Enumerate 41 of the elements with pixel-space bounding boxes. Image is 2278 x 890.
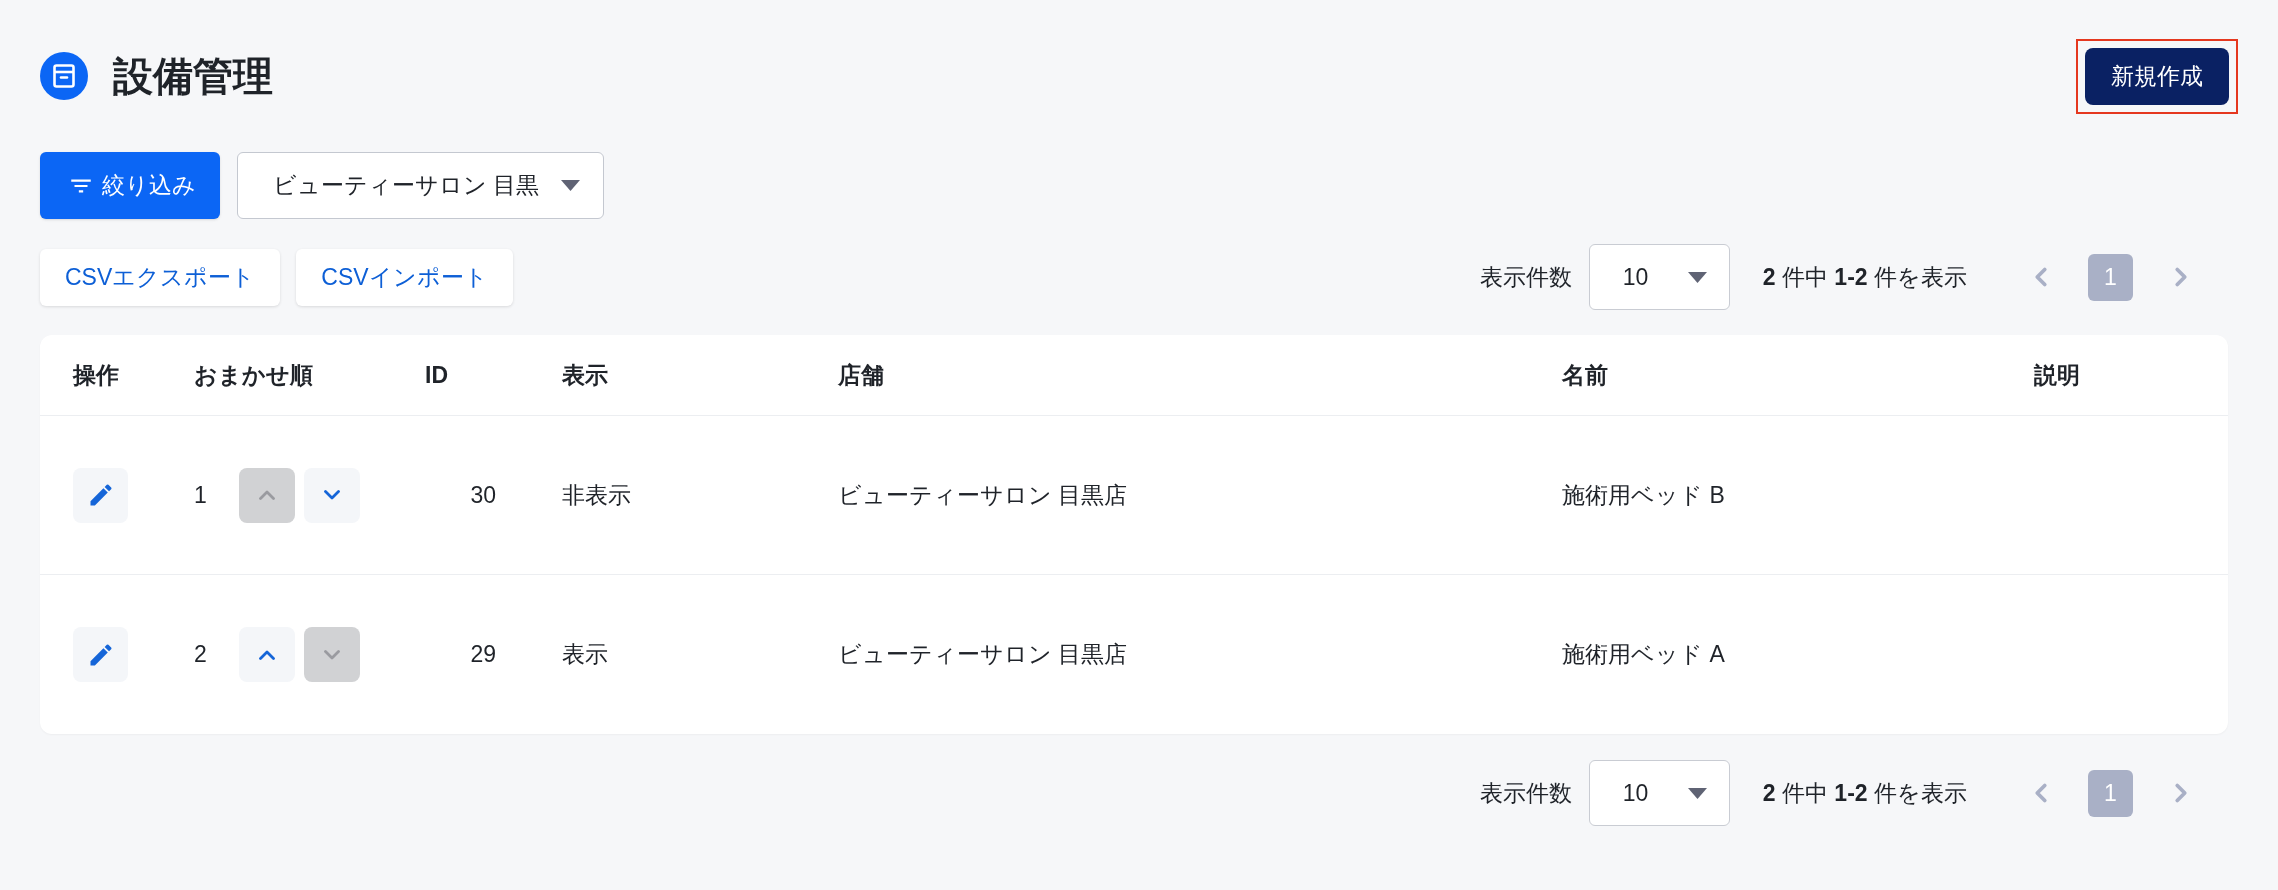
move-up-button[interactable] (239, 627, 295, 682)
chevron-up-icon (259, 490, 275, 500)
chevron-down-icon (324, 490, 340, 500)
table-cell: 表示 (562, 641, 608, 668)
result-summary: 2 件中 1-2 件を表示 (1762, 778, 1967, 808)
column-header: 名前 (1562, 361, 1608, 388)
per-page-label: 表示件数 (1479, 778, 1572, 808)
archive-icon (40, 52, 88, 100)
table-cell-text: 30 (470, 480, 496, 510)
chevron-down-icon (324, 649, 340, 660)
csv-button[interactable]: CSVエクスポート (40, 248, 281, 306)
column-header: 店舗 (838, 361, 884, 388)
table-cell: ビューティーサロン 目黒店 (838, 641, 1128, 668)
table-cell: 施術用ベッド B (1562, 481, 1725, 508)
table-cell-text: 29 (470, 640, 496, 670)
result-summary: 2 件中 1-2 件を表示 (1762, 262, 1967, 292)
caret-icon (561, 180, 580, 191)
move-down-button[interactable] (304, 467, 360, 523)
table-cell-text: 2 (194, 640, 208, 670)
store-select[interactable]: ビューティーサロン 目黒 (237, 152, 604, 219)
table-cell: 非表示 (562, 481, 631, 508)
page-title: 設備管理 (113, 53, 273, 100)
table-cell-text: 1 (194, 480, 208, 510)
per-page-label: 表示件数 (1479, 262, 1572, 292)
column-header: 操作 (73, 361, 119, 388)
table-cell: ビューティーサロン 目黒店 (838, 481, 1128, 508)
caret-icon (1687, 271, 1707, 283)
csv-button[interactable]: CSVインポート (296, 248, 513, 306)
per-page-select[interactable]: 10 (1588, 760, 1730, 826)
caret-icon (1687, 787, 1707, 799)
edit-button[interactable] (73, 627, 128, 682)
filter-button[interactable]: 絞り込み (40, 152, 220, 219)
table-cell: 施術用ベッド A (1562, 641, 1725, 668)
column-header: ID (425, 361, 448, 388)
edit-button[interactable] (73, 467, 128, 523)
new-button[interactable]: 新規作成 (2085, 47, 2229, 105)
chevron-up-icon (259, 649, 275, 660)
per-page-select[interactable]: 10 (1588, 244, 1730, 310)
column-header: 表示 (562, 361, 608, 388)
column-header: おまかせ順 (194, 361, 313, 388)
column-header: 説明 (2034, 361, 2080, 388)
